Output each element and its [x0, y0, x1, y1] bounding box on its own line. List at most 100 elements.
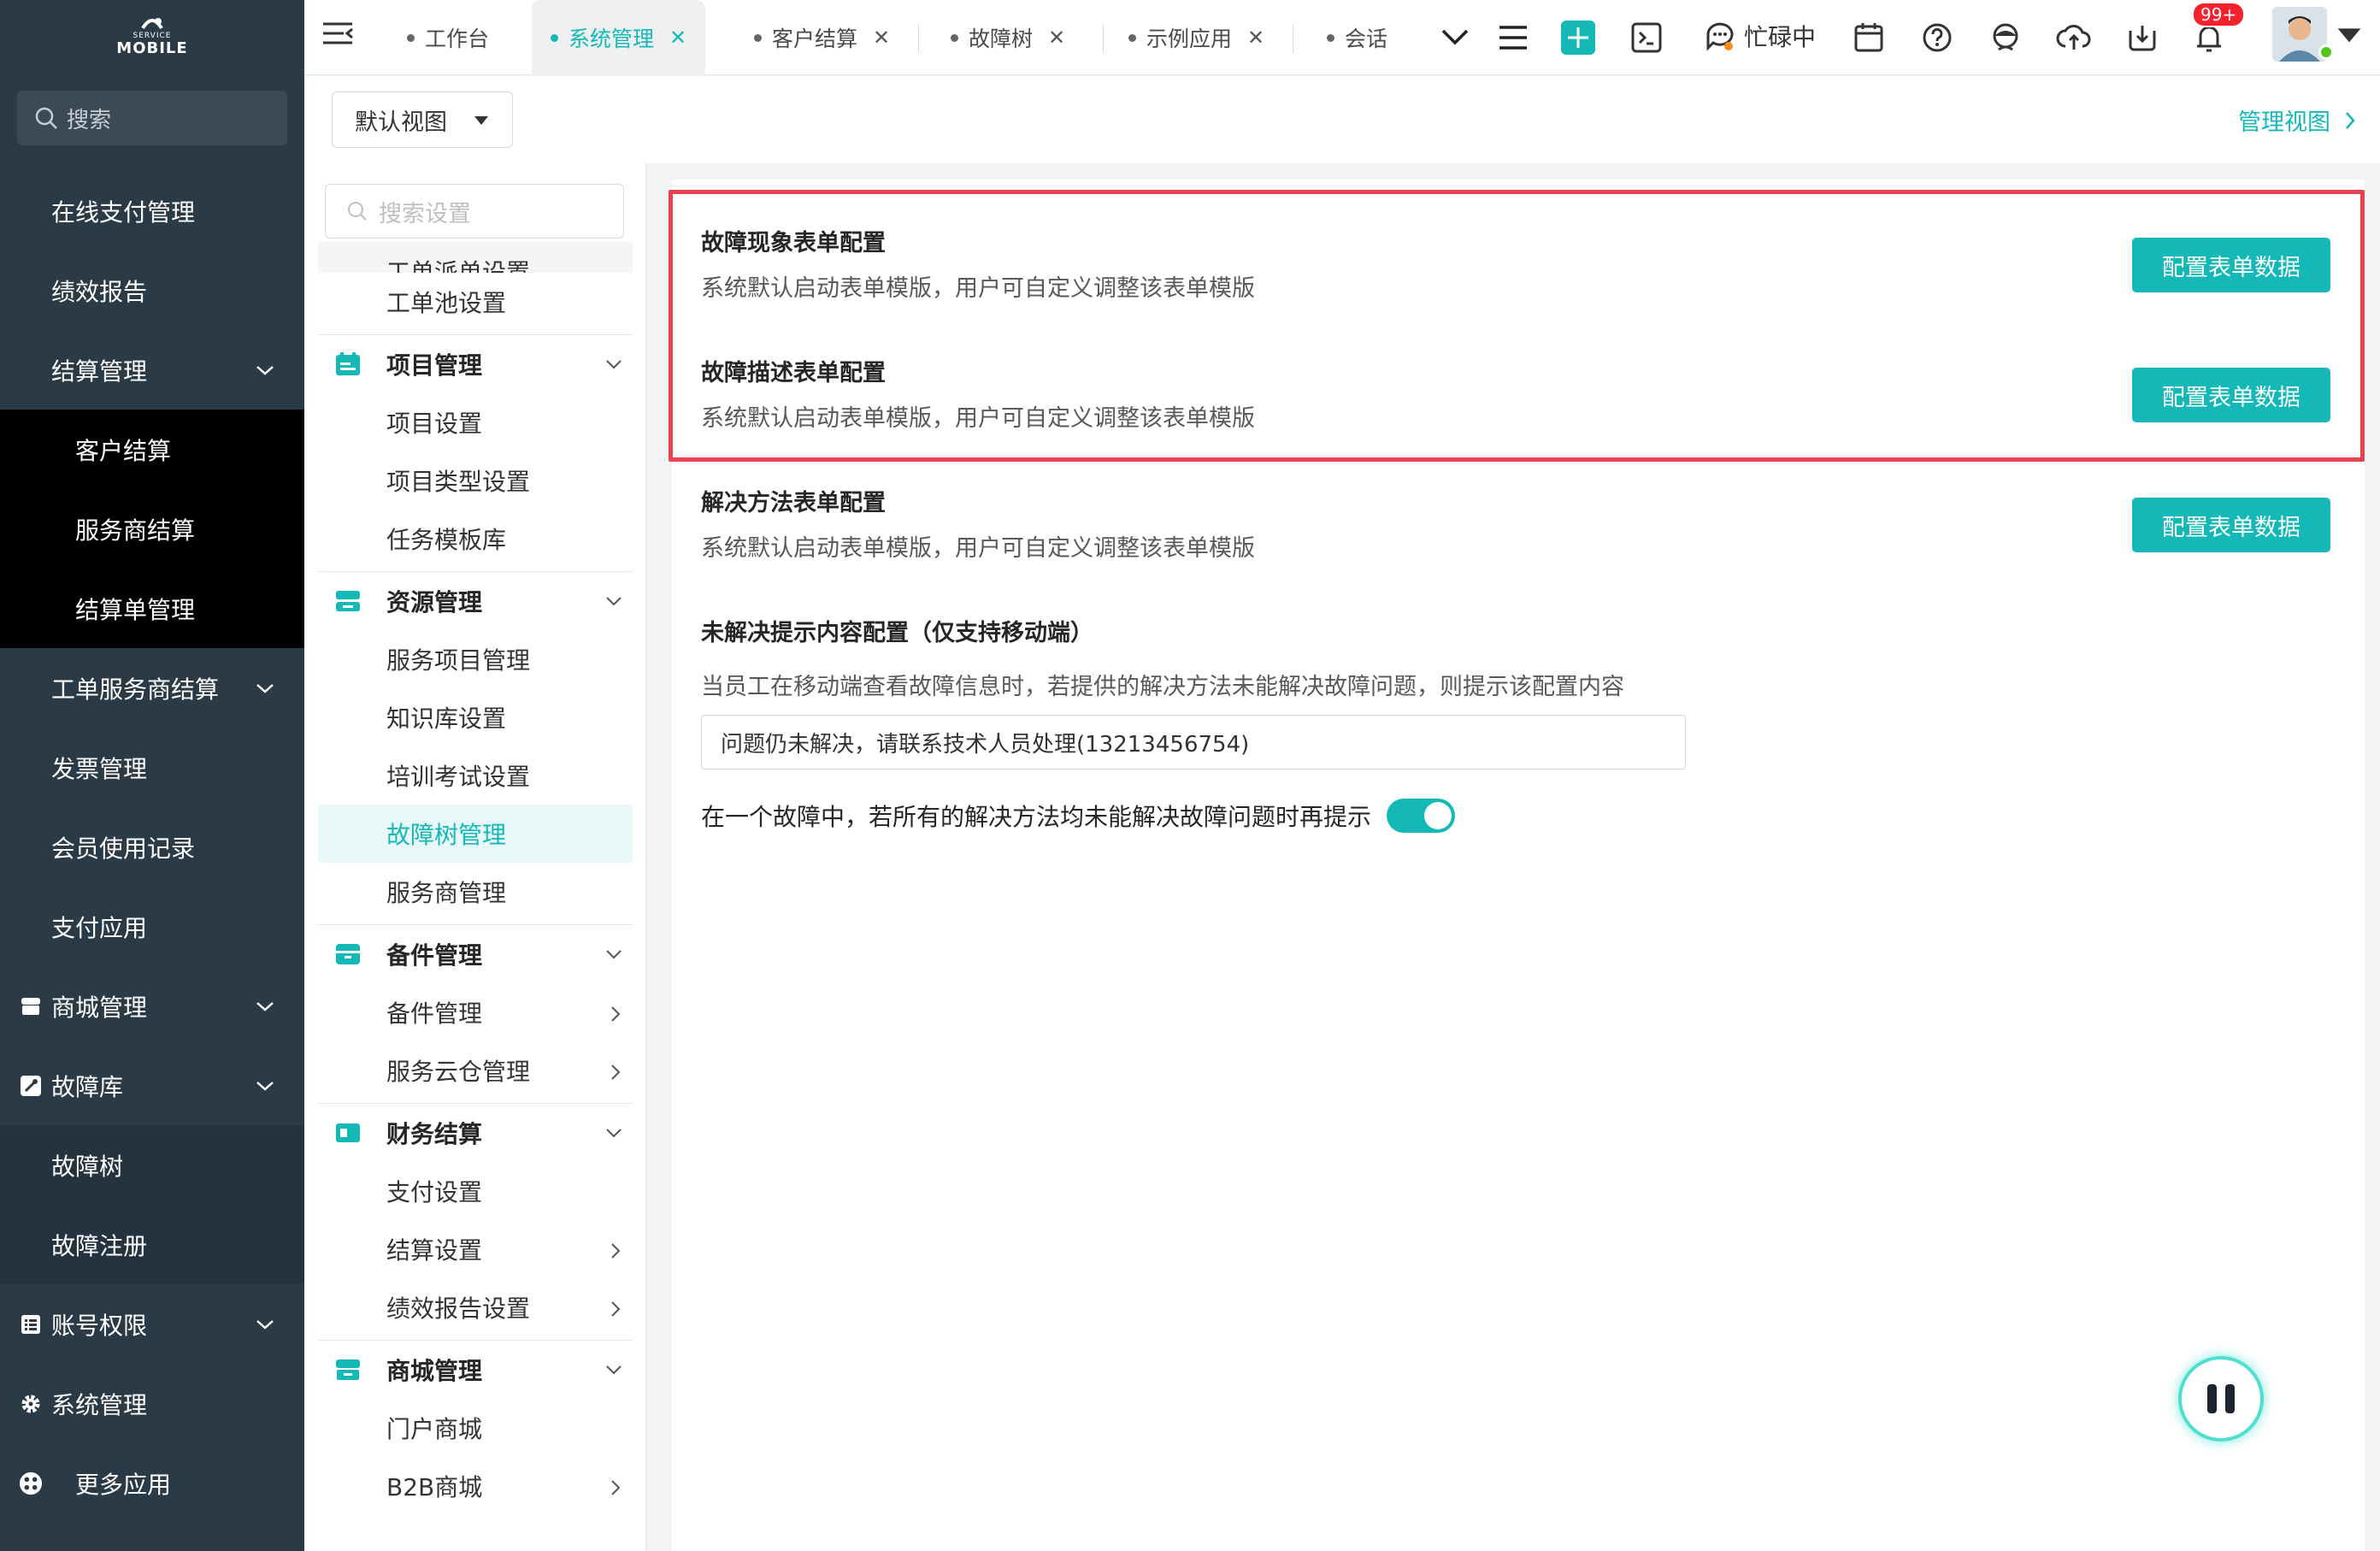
sidebar-item-provider-settlement[interactable]: 服务商结算 — [0, 489, 304, 569]
configure-form-button[interactable]: 配置表单数据 — [2132, 368, 2330, 422]
settings-item-project-settings[interactable]: 项目设置 — [304, 393, 645, 451]
tab-system-management[interactable]: 系统管理 ✕ — [532, 0, 706, 75]
settings-item-ticket-pool[interactable]: 工单池设置 — [304, 273, 645, 331]
close-icon[interactable]: ✕ — [873, 26, 890, 50]
chevron-right-icon — [611, 1480, 621, 1495]
settings-group-finance[interactable]: 财务结算 — [304, 1104, 645, 1162]
sidebar-item-more-apps[interactable]: 更多应用 — [0, 1443, 304, 1523]
configure-form-button[interactable]: 配置表单数据 — [2132, 238, 2330, 292]
settings-group-spare-parts[interactable]: 备件管理 — [304, 925, 645, 983]
settings-item-label: 绩效报告设置 — [386, 1294, 531, 1323]
config-title: 故障描述表单配置 — [701, 360, 886, 386]
sidebar-item-customer-settlement[interactable]: 客户结算 — [0, 410, 304, 489]
app-logo[interactable]: SERVICE MOBILE — [0, 0, 304, 72]
sidebar-item-invoice[interactable]: 发票管理 — [0, 728, 304, 807]
sidebar-item-system-management[interactable]: 系统管理 — [0, 1364, 304, 1443]
add-icon[interactable] — [1558, 17, 1599, 58]
pause-floating-button[interactable] — [2178, 1356, 2264, 1442]
manage-view-link[interactable]: 管理视图 — [2238, 103, 2361, 137]
sidebar-search[interactable]: 搜索 — [17, 91, 287, 145]
chevron-down-icon — [256, 1319, 274, 1330]
close-icon[interactable]: ✕ — [669, 26, 686, 50]
chevron-down-icon — [256, 683, 274, 693]
sidebar-item-label: 发票管理 — [51, 754, 148, 783]
customer-service-icon[interactable] — [1985, 17, 2026, 58]
tab-session[interactable]: 会话 — [1327, 0, 1412, 75]
tab-customer-settlement[interactable]: 客户结算 ✕ — [754, 0, 890, 75]
pause-icon-bar — [2225, 1384, 2235, 1413]
tab-workbench[interactable]: 工作台 — [407, 0, 489, 75]
chevron-right-icon — [2346, 111, 2355, 129]
settings-item-label: 故障树管理 — [386, 821, 507, 849]
sidebar-item-fault-register[interactable]: 故障注册 — [0, 1205, 304, 1284]
settings-item-settlement[interactable]: 结算设置 — [304, 1220, 645, 1278]
sidebar-item-label: 故障树 — [51, 1152, 124, 1181]
settings-item-label: 任务模板库 — [386, 526, 507, 554]
menu-collapse-icon[interactable] — [321, 19, 356, 50]
caret-down-icon[interactable] — [2329, 14, 2370, 55]
list-icon — [19, 1312, 43, 1336]
unresolved-hint-input[interactable]: 问题仍未解决，请联系技术人员处理(13213456754) — [701, 715, 1686, 770]
sidebar-item-account-permissions[interactable]: 账号权限 — [0, 1284, 304, 1364]
settings-item-b2b-mall[interactable]: B2B商城 — [304, 1457, 645, 1515]
settings-group-resources[interactable]: 资源管理 — [304, 572, 645, 630]
config-title: 解决方法表单配置 — [701, 490, 886, 516]
settings-group-mall[interactable]: 商城管理 — [304, 1341, 645, 1399]
menu-icon[interactable] — [1493, 17, 1534, 58]
settings-item-spare-parts[interactable]: 备件管理 — [304, 983, 645, 1041]
close-icon[interactable]: ✕ — [1247, 26, 1264, 50]
sidebar-item-performance-report[interactable]: 绩效报告 — [0, 251, 304, 330]
view-select-value: 默认视图 — [355, 109, 447, 136]
settings-item-training-exam[interactable]: 培训考试设置 — [304, 746, 645, 805]
settings-item-knowledge-base[interactable]: 知识库设置 — [304, 688, 645, 746]
tab-label: 客户结算 — [772, 27, 858, 51]
calendar-icon[interactable] — [1848, 17, 1889, 58]
box-icon — [336, 944, 360, 964]
sidebar-item-mall[interactable]: 商城管理 — [0, 966, 304, 1046]
tab-sample-app[interactable]: 示例应用 ✕ — [1128, 0, 1264, 75]
inbox-download-icon[interactable] — [2122, 17, 2163, 58]
view-bar: 默认视图 管理视图 — [304, 76, 2380, 163]
cloud-upload-icon[interactable] — [2053, 17, 2094, 58]
settings-item-fault-tree[interactable]: 故障树管理 — [318, 805, 633, 863]
settings-item-payment[interactable]: 支付设置 — [304, 1162, 645, 1220]
settings-search-input[interactable]: 搜索设置 — [325, 184, 624, 239]
fault-tree-settings-panel: 故障现象表单配置 系统默认启动表单模版，用户可自定义调整该表单模版 配置表单数据… — [672, 180, 2365, 1551]
sidebar-item-payment-app[interactable]: 支付应用 — [0, 887, 304, 966]
settings-item-service-items[interactable]: 服务项目管理 — [304, 630, 645, 688]
unresolved-hint-value: 问题仍未解决，请联系技术人员处理(13213456754) — [721, 731, 1250, 758]
caret-down-icon — [474, 116, 488, 125]
sidebar-item-ticket-provider-settlement[interactable]: 工单服务商结算 — [0, 648, 304, 728]
settings-item-label: 工单池设置 — [386, 289, 507, 317]
wallet-icon — [336, 1123, 360, 1142]
settings-nav: 搜索设置 工单派单设置 工单池设置 项目管理 项目设置 项目类型设置 任务模板库… — [304, 163, 646, 1551]
configure-form-button[interactable]: 配置表单数据 — [2132, 498, 2330, 552]
settings-item-portal-mall[interactable]: 门户商城 — [304, 1399, 645, 1457]
settings-item-cloud-warehouse[interactable]: 服务云仓管理 — [304, 1041, 645, 1100]
sidebar-item-online-payment[interactable]: 在线支付管理 — [0, 171, 304, 251]
settings-group-project[interactable]: 项目管理 — [304, 335, 645, 393]
settings-item-project-type[interactable]: 项目类型设置 — [304, 451, 645, 510]
chevron-down-icon — [606, 1129, 622, 1138]
close-icon[interactable]: ✕ — [1048, 26, 1065, 50]
settings-item-dispatch[interactable]: 工单派单设置 — [318, 242, 633, 273]
chevron-down-icon[interactable] — [1434, 17, 1476, 58]
tab-fault-tree[interactable]: 故障树 ✕ — [951, 0, 1065, 75]
sidebar-item-settlement[interactable]: 结算管理 — [0, 330, 304, 410]
sidebar-item-member-usage[interactable]: 会员使用记录 — [0, 807, 304, 887]
view-select[interactable]: 默认视图 — [332, 91, 513, 148]
settings-item-label: 服务云仓管理 — [386, 1058, 531, 1086]
sidebar-item-fault-library[interactable]: 故障库 — [0, 1046, 304, 1125]
help-icon[interactable] — [1917, 17, 1958, 58]
terminal-icon[interactable] — [1626, 17, 1667, 58]
settings-group-label: 备件管理 — [386, 941, 483, 970]
chevron-down-icon — [256, 1001, 274, 1011]
status-busy[interactable]: 忙碌中 — [1703, 19, 1816, 53]
sidebar-item-fault-tree[interactable]: 故障树 — [0, 1125, 304, 1205]
settings-item-provider[interactable]: 服务商管理 — [304, 863, 645, 921]
sidebar-item-label: 客户结算 — [75, 436, 172, 465]
settings-item-task-templates[interactable]: 任务模板库 — [304, 510, 645, 568]
sidebar-item-settlement-orders[interactable]: 结算单管理 — [0, 569, 304, 648]
repeat-hint-toggle[interactable] — [1387, 799, 1456, 833]
settings-item-performance-report[interactable]: 绩效报告设置 — [304, 1278, 645, 1336]
